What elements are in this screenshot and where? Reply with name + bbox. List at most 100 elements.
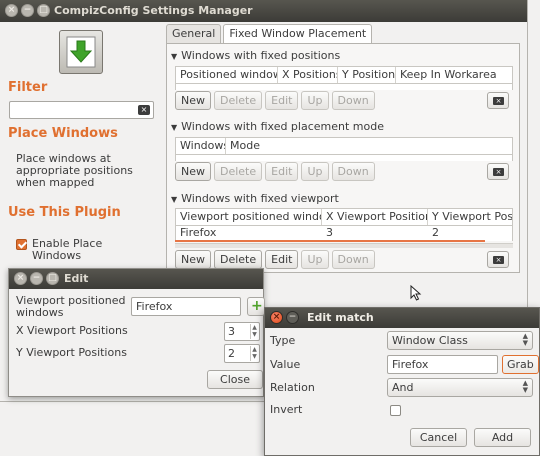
fixed-window-placement-panel: ▼ Windows with fixed positions Positioned…	[166, 43, 520, 273]
invert-checkbox[interactable]	[390, 405, 401, 416]
use-plugin-heading: Use This Plugin	[8, 205, 121, 220]
value-input[interactable]: Firefox	[387, 355, 498, 374]
x-viewport-value: 3	[228, 325, 235, 338]
delete-button[interactable]: Delete	[214, 250, 263, 269]
down-button[interactable]: Down	[331, 250, 375, 269]
new-button[interactable]: New	[175, 91, 211, 110]
clear-list-button[interactable]: ×	[487, 92, 509, 109]
relation-label: Relation	[270, 381, 315, 394]
up-button[interactable]: Up	[301, 162, 329, 181]
section-fixed-mode-header[interactable]: ▼ Windows with fixed placement mode	[171, 120, 384, 133]
table-row[interactable]: Firefox 3 2	[176, 226, 512, 241]
new-button[interactable]: New	[175, 250, 211, 269]
clear-list-button[interactable]: ×	[487, 163, 509, 180]
add-match-button[interactable]: +	[247, 297, 265, 316]
up-button[interactable]: Up	[301, 250, 329, 269]
edit-button[interactable]: Edit	[265, 250, 299, 269]
relation-value: And	[392, 381, 414, 394]
filter-input[interactable]: ×	[9, 101, 154, 119]
invert-label: Invert	[270, 403, 303, 416]
row-window-cell: Firefox	[180, 226, 217, 239]
grab-button[interactable]: Grab	[502, 355, 539, 374]
up-button[interactable]: Up	[301, 91, 329, 110]
horizontal-scrollbar[interactable]	[175, 243, 513, 248]
expander-icon[interactable]: ▼	[171, 123, 177, 132]
minimize-icon[interactable]: −	[30, 272, 43, 285]
expander-icon[interactable]: ▼	[171, 52, 177, 61]
spinner-arrows-icon[interactable]: ▲ ▼	[250, 324, 258, 339]
row-y-cell: 2	[432, 226, 439, 239]
section-title: Windows with fixed viewport	[181, 192, 339, 205]
y-viewport-value: 2	[228, 347, 235, 360]
column-header[interactable]: Keep In Workarea	[396, 67, 512, 83]
section-fixed-viewport-header[interactable]: ▼ Windows with fixed viewport	[171, 192, 339, 205]
x-viewport-spinner[interactable]: 3 ▲ ▼	[224, 322, 260, 341]
section-fixed-positions-header[interactable]: ▼ Windows with fixed positions	[171, 49, 340, 62]
enable-plugin-label: Enable Place Windows	[32, 237, 103, 262]
clear-list-button[interactable]: ×	[487, 251, 509, 268]
fixed-viewport-table-header: Viewport positioned windows X Viewport P…	[175, 208, 513, 226]
relation-dropdown[interactable]: And ▲ ▼	[387, 378, 533, 397]
fixed-viewport-buttons: New Delete Edit Up Down	[175, 250, 375, 269]
edit-button[interactable]: Edit	[265, 91, 299, 110]
column-header[interactable]: Windows	[176, 138, 226, 154]
fixed-mode-buttons: New Delete Edit Up Down	[175, 162, 375, 181]
tab-fixed-window-placement[interactable]: Fixed Window Placement	[223, 24, 373, 44]
type-value: Window Class	[392, 334, 468, 347]
value-label: Value	[270, 358, 301, 371]
new-button[interactable]: New	[175, 162, 211, 181]
edit-match-titlebar[interactable]: × − Edit match	[265, 308, 539, 328]
expander-icon[interactable]: ▼	[171, 195, 177, 204]
enable-plugin-checkbox[interactable]: Enable Place Windows	[16, 238, 112, 262]
x-viewport-label: X Viewport Positions	[16, 324, 128, 337]
type-dropdown[interactable]: Window Class ▲ ▼	[387, 331, 533, 350]
updown-caret-icon: ▲ ▼	[522, 332, 528, 347]
add-button[interactable]: Add	[474, 428, 531, 447]
place-windows-plugin-icon	[59, 30, 103, 74]
edit-button[interactable]: Edit	[265, 162, 299, 181]
selection-underline	[175, 240, 485, 242]
mouse-pointer-icon	[410, 285, 422, 301]
minimize-icon[interactable]: −	[286, 311, 299, 324]
clear-icon: ×	[493, 168, 504, 176]
column-header[interactable]: Positioned windows	[176, 67, 278, 83]
viewport-windows-input[interactable]: Firefox	[131, 297, 241, 316]
close-icon[interactable]: ×	[270, 311, 283, 324]
updown-caret-icon: ▲ ▼	[522, 379, 528, 394]
column-header[interactable]: Y Viewport Positio	[428, 209, 512, 225]
fixed-mode-table-header: Windows Mode	[175, 137, 513, 155]
edit-match-dialog: × − Edit match Type Window Class ▲ ▼ Valu…	[264, 307, 540, 456]
down-button[interactable]: Down	[331, 162, 375, 181]
y-viewport-spinner[interactable]: 2 ▲ ▼	[224, 344, 260, 363]
edit-dialog: × − □ Edit Viewport positioned windows F…	[8, 268, 265, 397]
fixed-positions-table-body[interactable]	[175, 84, 513, 90]
clear-icon[interactable]: ×	[138, 105, 150, 115]
clear-icon: ×	[493, 97, 504, 105]
fixed-mode-table-body[interactable]	[175, 155, 513, 161]
y-viewport-label: Y Viewport Positions	[16, 346, 127, 359]
spinner-arrows-icon[interactable]: ▲ ▼	[250, 346, 258, 361]
edit-dialog-titlebar[interactable]: × − □ Edit	[9, 269, 263, 289]
column-header[interactable]: Mode	[226, 138, 512, 154]
close-button[interactable]: Close	[207, 370, 263, 389]
checkbox-checked-icon[interactable]	[16, 239, 27, 250]
minimize-icon[interactable]: −	[21, 4, 34, 17]
main-titlebar[interactable]: × − □ CompizConfig Settings Manager	[0, 0, 527, 22]
close-icon[interactable]: ×	[14, 272, 27, 285]
plugin-name-heading: Place Windows	[8, 126, 118, 141]
down-button[interactable]: Down	[331, 91, 375, 110]
maximize-icon[interactable]: □	[37, 4, 50, 17]
column-header[interactable]: X Positions	[278, 67, 338, 83]
tab-general[interactable]: General	[166, 24, 222, 43]
type-label: Type	[270, 334, 296, 347]
column-header[interactable]: Y Positions	[338, 67, 396, 83]
delete-button[interactable]: Delete	[214, 91, 263, 110]
delete-button[interactable]: Delete	[214, 162, 263, 181]
fixed-positions-table-header: Positioned windows X Positions Y Positio…	[175, 66, 513, 84]
close-icon[interactable]: ×	[5, 4, 18, 17]
cancel-button[interactable]: Cancel	[410, 428, 467, 447]
column-header[interactable]: Viewport positioned windows	[176, 209, 322, 225]
section-title: Windows with fixed placement mode	[181, 120, 384, 133]
column-header[interactable]: X Viewport Positions	[322, 209, 428, 225]
maximize-icon[interactable]: □	[46, 272, 59, 285]
